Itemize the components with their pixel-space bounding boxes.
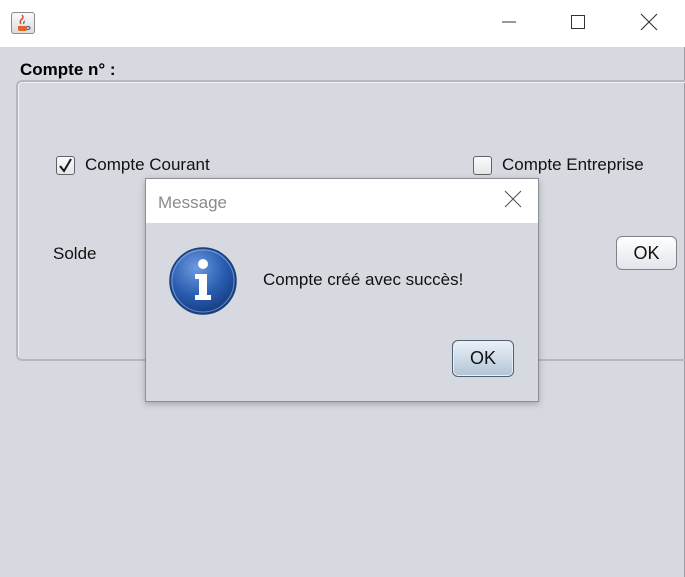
dialog-titlebar: Message <box>146 179 538 223</box>
message-dialog: Message Compte créé avec succès! OK <box>145 178 539 402</box>
close-icon <box>504 190 522 213</box>
close-button[interactable] <box>626 10 672 38</box>
checkbox-box[interactable] <box>56 155 75 175</box>
checkbox-compte-courant[interactable]: Compte Courant <box>56 155 210 175</box>
window-titlebar <box>0 0 685 47</box>
minimize-icon <box>501 14 517 35</box>
checkmark-icon <box>59 157 72 173</box>
dialog-ok-button[interactable]: OK <box>452 340 514 377</box>
java-cup-icon <box>11 12 35 34</box>
dialog-title: Message <box>158 193 227 212</box>
ok-button[interactable]: OK <box>616 236 677 270</box>
checkbox-label: Compte Courant <box>85 155 210 174</box>
minimize-button[interactable] <box>486 10 532 38</box>
dialog-close-button[interactable] <box>499 187 527 215</box>
close-icon <box>640 13 658 36</box>
checkbox-compte-entreprise[interactable]: Compte Entreprise <box>473 155 644 175</box>
information-icon <box>168 246 238 316</box>
solde-label: Solde <box>53 244 97 263</box>
checkbox-label: Compte Entreprise <box>502 155 644 174</box>
maximize-button[interactable] <box>555 10 601 38</box>
dialog-message: Compte créé avec succès! <box>263 270 464 289</box>
account-number-label: Compte n° : <box>20 60 116 79</box>
checkbox-box[interactable] <box>473 155 492 175</box>
maximize-icon <box>570 14 586 35</box>
